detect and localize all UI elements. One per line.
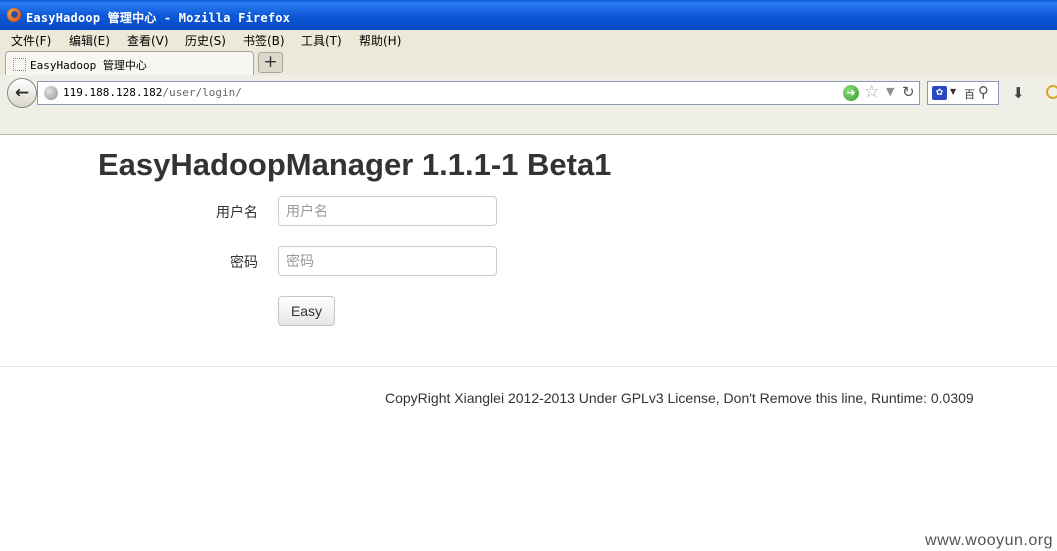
- back-button[interactable]: ←: [7, 78, 37, 108]
- ie-tab-icon[interactable]: [1046, 85, 1057, 99]
- password-label: 密码: [230, 254, 258, 270]
- baidu-paw-icon[interactable]: ✿: [932, 86, 947, 100]
- login-button[interactable]: Easy: [278, 296, 335, 326]
- navigation-toolbar: ← 119.188.128.182/user/login/ ➜ ☆ ▼ ↻ ✿ …: [0, 75, 1057, 135]
- menu-tools[interactable]: 工具(T): [301, 32, 342, 49]
- watermark-text: www.wooyun.org: [925, 532, 1053, 549]
- reload-icon[interactable]: ↻: [902, 83, 915, 101]
- menu-edit[interactable]: 编辑(E): [69, 32, 110, 49]
- url-text[interactable]: 119.188.128.182/user/login/: [63, 86, 242, 99]
- address-bar[interactable]: 119.188.128.182/user/login/ ➜ ☆ ▼ ↻: [37, 81, 920, 105]
- search-box[interactable]: ✿ ▼ 百 ⚲: [927, 81, 999, 105]
- password-input[interactable]: [278, 246, 497, 276]
- page-favicon-icon: [13, 58, 26, 71]
- username-label: 用户名: [216, 204, 258, 220]
- chevron-down-icon[interactable]: ▼: [886, 85, 894, 98]
- url-host: 119.188.128.182: [63, 86, 163, 99]
- menubar: 文件(F) 编辑(E) 查看(V) 历史(S) 书签(B) 工具(T) 帮助(H…: [0, 30, 1057, 49]
- page-content: EasyHadoopManager 1.1.1-1 Beta1 用户名 密码 E…: [0, 135, 1057, 551]
- url-path: /user/login/: [162, 86, 242, 99]
- menu-view[interactable]: 查看(V): [127, 32, 169, 49]
- star-icon[interactable]: ☆: [864, 82, 879, 102]
- window-title: EasyHadoop 管理中心 - Mozilla Firefox: [26, 11, 291, 25]
- window-titlebar: EasyHadoop 管理中心 - Mozilla Firefox: [0, 0, 1057, 30]
- search-engine-text: 百: [964, 88, 975, 101]
- magnifier-icon[interactable]: ⚲: [978, 83, 989, 101]
- footer-copyright: CopyRight Xianglei 2012-2013 Under GPLv3…: [385, 390, 974, 406]
- username-input[interactable]: [278, 196, 497, 226]
- menu-history[interactable]: 历史(S): [185, 32, 226, 49]
- engine-dropdown-icon[interactable]: ▼: [950, 87, 956, 96]
- download-icon[interactable]: ⬇: [1012, 84, 1025, 102]
- page-title: EasyHadoopManager 1.1.1-1 Beta1: [98, 147, 612, 182]
- site-identity-globe-icon[interactable]: [44, 86, 58, 100]
- menu-file[interactable]: 文件(F): [11, 32, 51, 49]
- back-arrow-icon: ←: [14, 83, 30, 103]
- tab-label: EasyHadoop 管理中心: [30, 59, 147, 72]
- go-arrow-icon[interactable]: ➜: [843, 85, 859, 101]
- new-tab-button[interactable]: +: [258, 52, 283, 73]
- tab-easyhadoop[interactable]: EasyHadoop 管理中心: [5, 51, 254, 75]
- menu-help[interactable]: 帮助(H): [359, 32, 401, 49]
- firefox-logo-icon: [7, 8, 21, 22]
- menu-bookmarks[interactable]: 书签(B): [243, 32, 285, 49]
- tab-strip: EasyHadoop 管理中心 +: [0, 49, 1057, 76]
- footer-divider: [0, 366, 1057, 367]
